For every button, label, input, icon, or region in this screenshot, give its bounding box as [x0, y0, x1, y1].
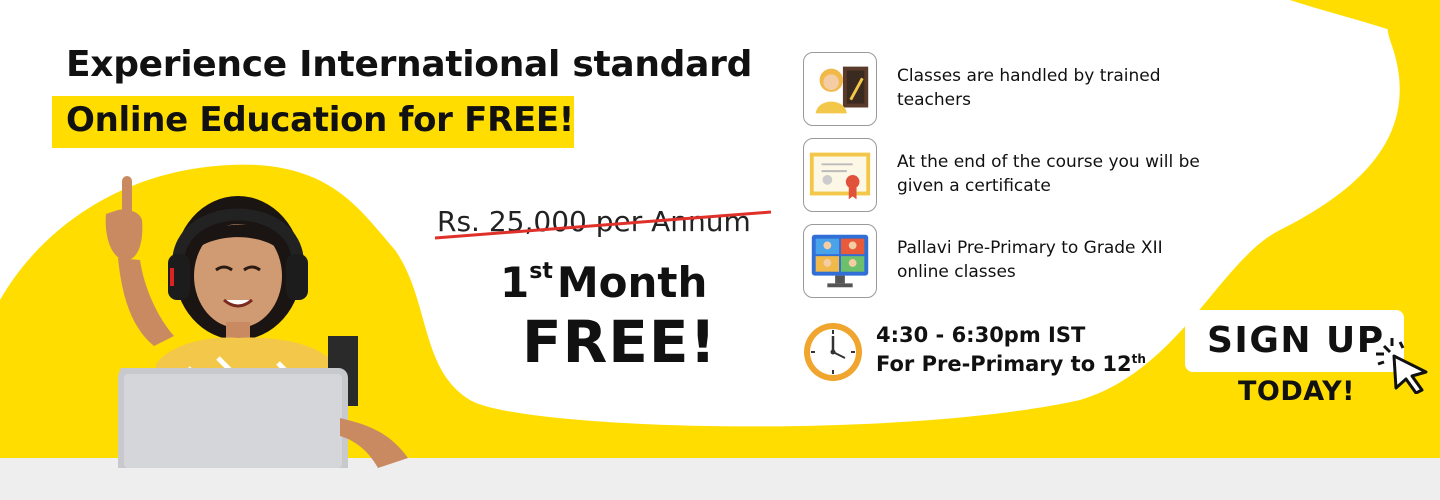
sign-up-today-label: TODAY! [1238, 376, 1355, 407]
offer-ordinal: st [529, 259, 553, 284]
feature-text: Classes are handled by trained teachers [897, 66, 1161, 110]
teacher-icon [803, 52, 877, 126]
schedule-grades: For Pre-Primary to 12th [876, 352, 1146, 376]
certificate-icon [803, 138, 877, 212]
schedule-grades-text: For Pre-Primary to 12 [876, 352, 1132, 376]
pointer-cursor-icon [1376, 338, 1428, 394]
video-classes-icon [803, 224, 877, 298]
price-strikethrough [434, 210, 772, 240]
clock-icon [804, 323, 862, 381]
headline-line-2: Online Education for FREE! [66, 100, 575, 140]
feature-text: Pallavi Pre-Primary to Grade XII online … [897, 238, 1163, 282]
feature-certificate: At the end of the course you will be giv… [803, 138, 1223, 212]
headline-line-1: Experience International standard [66, 44, 753, 85]
feature-text: At the end of the course you will be giv… [897, 152, 1200, 196]
schedule-time: 4:30 - 6:30pm IST [876, 323, 1086, 347]
schedule-grades-ordinal: th [1131, 352, 1146, 366]
offer-month: 1stMonth [500, 258, 707, 307]
offer-number: 1 [500, 258, 530, 307]
student-with-laptop-illustration [105, 176, 408, 468]
feature-trained-teachers: Classes are handled by trained teachers [803, 52, 1223, 126]
feature-online-classes: Pallavi Pre-Primary to Grade XII online … [803, 224, 1223, 298]
offer-month-word: Month [556, 258, 708, 307]
offer-free: FREE! [522, 308, 717, 376]
